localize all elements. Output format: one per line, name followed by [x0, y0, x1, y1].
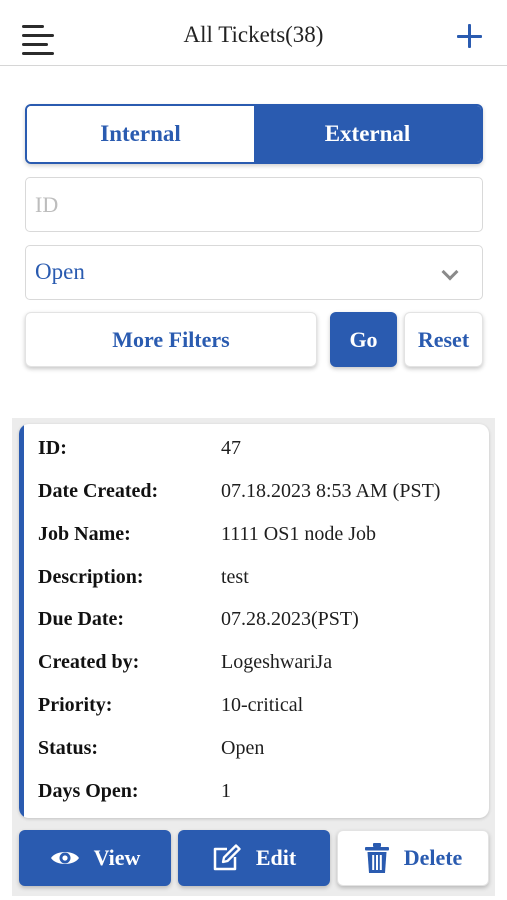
- field-value: 1: [221, 780, 231, 802]
- field-label: Status:: [38, 737, 99, 759]
- field-label: Days Open:: [38, 780, 139, 802]
- id-search-input[interactable]: [26, 178, 482, 231]
- edit-button[interactable]: Edit: [178, 830, 330, 886]
- app-header: All Tickets(38): [0, 0, 507, 66]
- eye-icon: [50, 848, 80, 868]
- go-button[interactable]: Go: [330, 312, 397, 367]
- field-value: test: [221, 566, 249, 588]
- reset-button[interactable]: Reset: [404, 312, 483, 367]
- field-value: 07.28.2023(PST): [221, 608, 359, 630]
- view-button-label: View: [93, 845, 141, 870]
- id-field-container: [25, 177, 483, 232]
- field-label: Created by:: [38, 651, 140, 673]
- add-ticket-plus-icon[interactable]: [455, 22, 483, 50]
- view-button[interactable]: View: [19, 830, 171, 886]
- ticket-list: ID: 47 Date Created: 07.18.2023 8:53 AM …: [12, 418, 495, 896]
- card-accent-bar: [19, 424, 24, 818]
- field-label: Date Created:: [38, 480, 159, 502]
- field-label: Due Date:: [38, 608, 125, 630]
- ticket-card[interactable]: ID: 47 Date Created: 07.18.2023 8:53 AM …: [19, 424, 489, 818]
- field-value: 47: [221, 437, 241, 459]
- more-filters-button[interactable]: More Filters: [25, 312, 317, 367]
- status-dropdown[interactable]: Open: [25, 245, 483, 300]
- field-value: 07.18.2023 8:53 AM (PST): [221, 480, 441, 502]
- tab-external[interactable]: External: [254, 106, 481, 162]
- delete-button-label: Delete: [403, 845, 463, 870]
- field-label: ID:: [38, 437, 67, 459]
- field-label: Description:: [38, 566, 144, 588]
- field-value: Open: [221, 737, 265, 759]
- trash-icon: [364, 842, 390, 874]
- page-title: All Tickets(38): [183, 22, 324, 47]
- field-label: Priority:: [38, 694, 113, 716]
- field-value: 10-critical: [221, 694, 304, 716]
- field-label: Job Name:: [38, 523, 131, 545]
- field-value: LogeshwariJa: [221, 651, 333, 673]
- field-value: 1111 OS1 node Job: [221, 523, 376, 545]
- status-dropdown-value: Open: [35, 259, 85, 284]
- edit-pencil-icon: [212, 844, 242, 872]
- edit-button-label: Edit: [255, 845, 297, 870]
- chevron-down-icon: [441, 263, 459, 281]
- tab-internal[interactable]: Internal: [27, 106, 254, 162]
- delete-button[interactable]: Delete: [337, 830, 489, 886]
- ticket-type-toggle: Internal External: [25, 104, 483, 164]
